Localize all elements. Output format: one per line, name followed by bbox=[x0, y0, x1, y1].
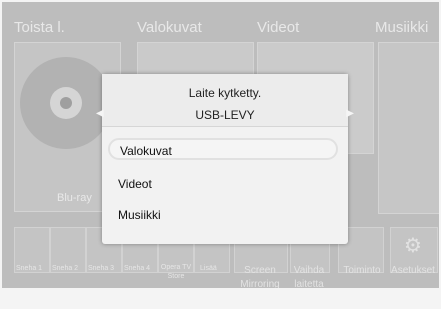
device-connected-dialog: Laite kytketty. USB-LEVY ◀ ▶ Valokuvat V… bbox=[96, 74, 354, 244]
category-music: Musiikki bbox=[375, 19, 429, 36]
category-photos: Valokuvat bbox=[137, 19, 202, 36]
gear-icon: ⚙ bbox=[404, 235, 422, 257]
chevron-right-icon[interactable]: ▶ bbox=[346, 108, 354, 119]
music-panel[interactable] bbox=[378, 42, 439, 214]
category-videos: Videot bbox=[257, 19, 300, 36]
settings-label: Asetukset bbox=[391, 265, 435, 276]
disc-label: Blu-ray bbox=[57, 192, 92, 204]
app-tile-label: Sneha 3 bbox=[88, 265, 115, 272]
app-tile-label: Sneha 1 bbox=[16, 265, 43, 272]
app-tile-label: Sneha 2 bbox=[52, 265, 79, 272]
menu-item-music[interactable]: Musiikki bbox=[108, 204, 338, 226]
menu-item-photos[interactable]: Valokuvat bbox=[108, 138, 338, 160]
opera-tv-label: Opera TV Store bbox=[160, 264, 192, 280]
dialog-title: Laite kytketty. bbox=[188, 86, 262, 100]
screen-mirroring-label: Screen Mirroring bbox=[240, 265, 280, 288]
chevron-left-icon[interactable]: ◀ bbox=[96, 108, 104, 119]
action-label: Toiminto bbox=[343, 265, 381, 276]
category-play: Toista l. bbox=[14, 19, 65, 36]
device-name: USB-LEVY bbox=[195, 108, 255, 122]
app-tile-label: Sneha 4 bbox=[124, 265, 151, 272]
disc-hole bbox=[60, 97, 72, 109]
add-label: Lisää bbox=[200, 265, 217, 272]
tv-home-screen: Toista l. Valokuvat Videot Musiikki Blu-… bbox=[2, 2, 439, 288]
switch-device-label: Vaihda laitetta bbox=[293, 265, 325, 288]
menu-item-videos[interactable]: Videot bbox=[108, 173, 338, 195]
dialog-header: Laite kytketty. USB-LEVY ◀ ▶ bbox=[96, 74, 354, 127]
